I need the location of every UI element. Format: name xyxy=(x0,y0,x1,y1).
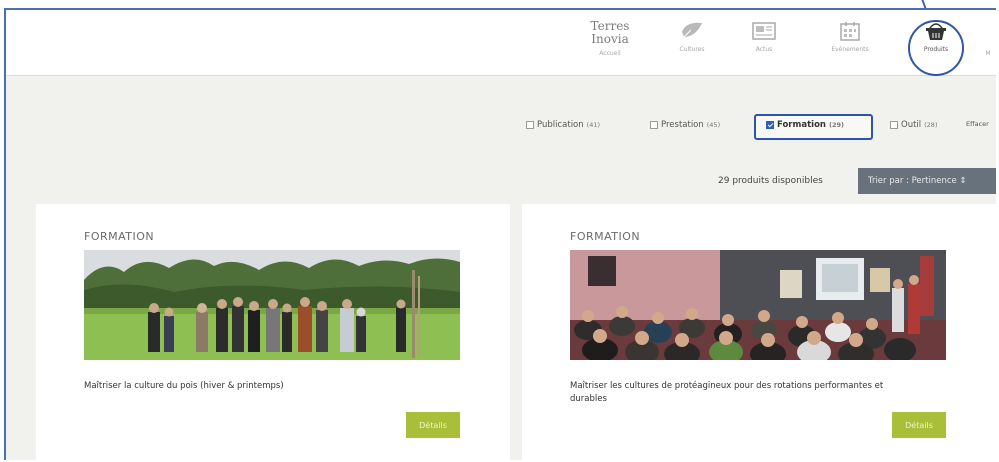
basket-icon xyxy=(926,23,946,40)
card-type: FORMATION xyxy=(84,230,155,243)
card-image-conference-room[interactable] xyxy=(570,250,946,360)
filter-prestation[interactable]: Prestation (45) xyxy=(650,120,720,130)
checkbox-icon[interactable] xyxy=(526,121,534,129)
leaf-icon xyxy=(682,22,702,38)
nav-item-actus[interactable]: Actus xyxy=(734,20,794,53)
card-type: FORMATION xyxy=(570,230,641,243)
product-card[interactable]: FORMATION xyxy=(36,204,510,460)
calendar-icon xyxy=(840,22,860,41)
nav-item-more[interactable]: M xyxy=(978,46,996,57)
nav-item-cultures[interactable]: Cultures xyxy=(662,20,722,53)
newspaper-icon xyxy=(752,22,776,40)
clear-filters-link[interactable]: Effacer xyxy=(966,120,989,128)
card-image-field-visit[interactable] xyxy=(84,250,460,360)
filter-formation[interactable]: Formation (29) xyxy=(766,120,844,130)
sort-select[interactable]: Trier par : Pertinence ⇕ xyxy=(858,168,996,194)
brand-logo[interactable]: Terres Inovia Accueil xyxy=(582,20,638,60)
card-title[interactable]: Maîtriser la culture du pois (hiver & pr… xyxy=(84,380,414,393)
results-count: 29 produits disponibles xyxy=(718,176,823,186)
site-header: Terres Inovia Accueil Cultures Actus Evè… xyxy=(6,10,996,76)
product-card[interactable]: FORMATION xyxy=(522,204,996,460)
filter-bar: Publication (41) Prestation (45) Formati… xyxy=(6,114,996,140)
browser-frame: Terres Inovia Accueil Cultures Actus Evè… xyxy=(4,8,996,460)
card-title[interactable]: Maîtriser les cultures de protéagineux p… xyxy=(570,380,900,406)
filter-outil[interactable]: Outil (28) xyxy=(890,120,937,130)
checkbox-checked-icon[interactable] xyxy=(766,121,774,129)
filter-publication[interactable]: Publication (41) xyxy=(526,120,600,130)
sort-label: Trier par : Pertinence ⇕ xyxy=(868,176,967,186)
checkbox-icon[interactable] xyxy=(650,121,658,129)
nav-item-evenements[interactable]: Evènements xyxy=(820,20,880,53)
details-button[interactable]: Détails xyxy=(892,412,946,438)
checkbox-icon[interactable] xyxy=(890,121,898,129)
details-button[interactable]: Détails xyxy=(406,412,460,438)
nav-item-produits[interactable]: Produits xyxy=(906,20,966,53)
